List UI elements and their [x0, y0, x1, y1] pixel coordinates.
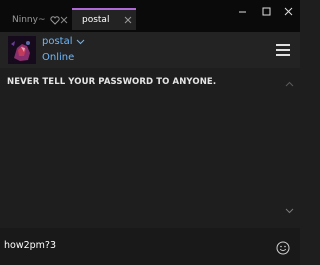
chevron-down-icon — [76, 39, 85, 45]
chat-window: Ninny~ postal postal Online NEVER TELL Y… — [0, 0, 300, 265]
avatar[interactable] — [8, 36, 36, 64]
tab-label: Ninny~ — [12, 15, 46, 25]
hamburger-menu-icon[interactable] — [276, 44, 290, 56]
status-text: Online — [42, 52, 75, 63]
tab-ninny[interactable]: Ninny~ — [6, 10, 72, 30]
maximize-icon[interactable] — [254, 0, 278, 22]
close-icon[interactable] — [276, 0, 300, 22]
title-bar: Ninny~ postal — [0, 0, 300, 32]
minimize-icon[interactable] — [230, 0, 254, 22]
scroll-down-icon[interactable] — [285, 199, 294, 218]
composer — [0, 228, 300, 265]
tab-postal[interactable]: postal — [72, 8, 136, 30]
heart-icon — [49, 15, 60, 25]
message-list[interactable]: NEVER TELL YOUR PASSWORD TO ANYONE. — [0, 68, 300, 228]
chat-name: postal — [42, 36, 73, 47]
system-notice: NEVER TELL YOUR PASSWORD TO ANYONE. — [7, 77, 217, 87]
close-icon[interactable] — [124, 16, 132, 24]
close-icon[interactable] — [60, 16, 68, 24]
tab-label: postal — [82, 15, 110, 25]
scroll-up-icon[interactable] — [285, 72, 294, 91]
chat-name-dropdown[interactable]: postal — [42, 36, 85, 47]
chat-header: postal Online — [0, 32, 300, 68]
message-input[interactable] — [4, 238, 254, 252]
smiley-icon[interactable] — [276, 240, 290, 255]
